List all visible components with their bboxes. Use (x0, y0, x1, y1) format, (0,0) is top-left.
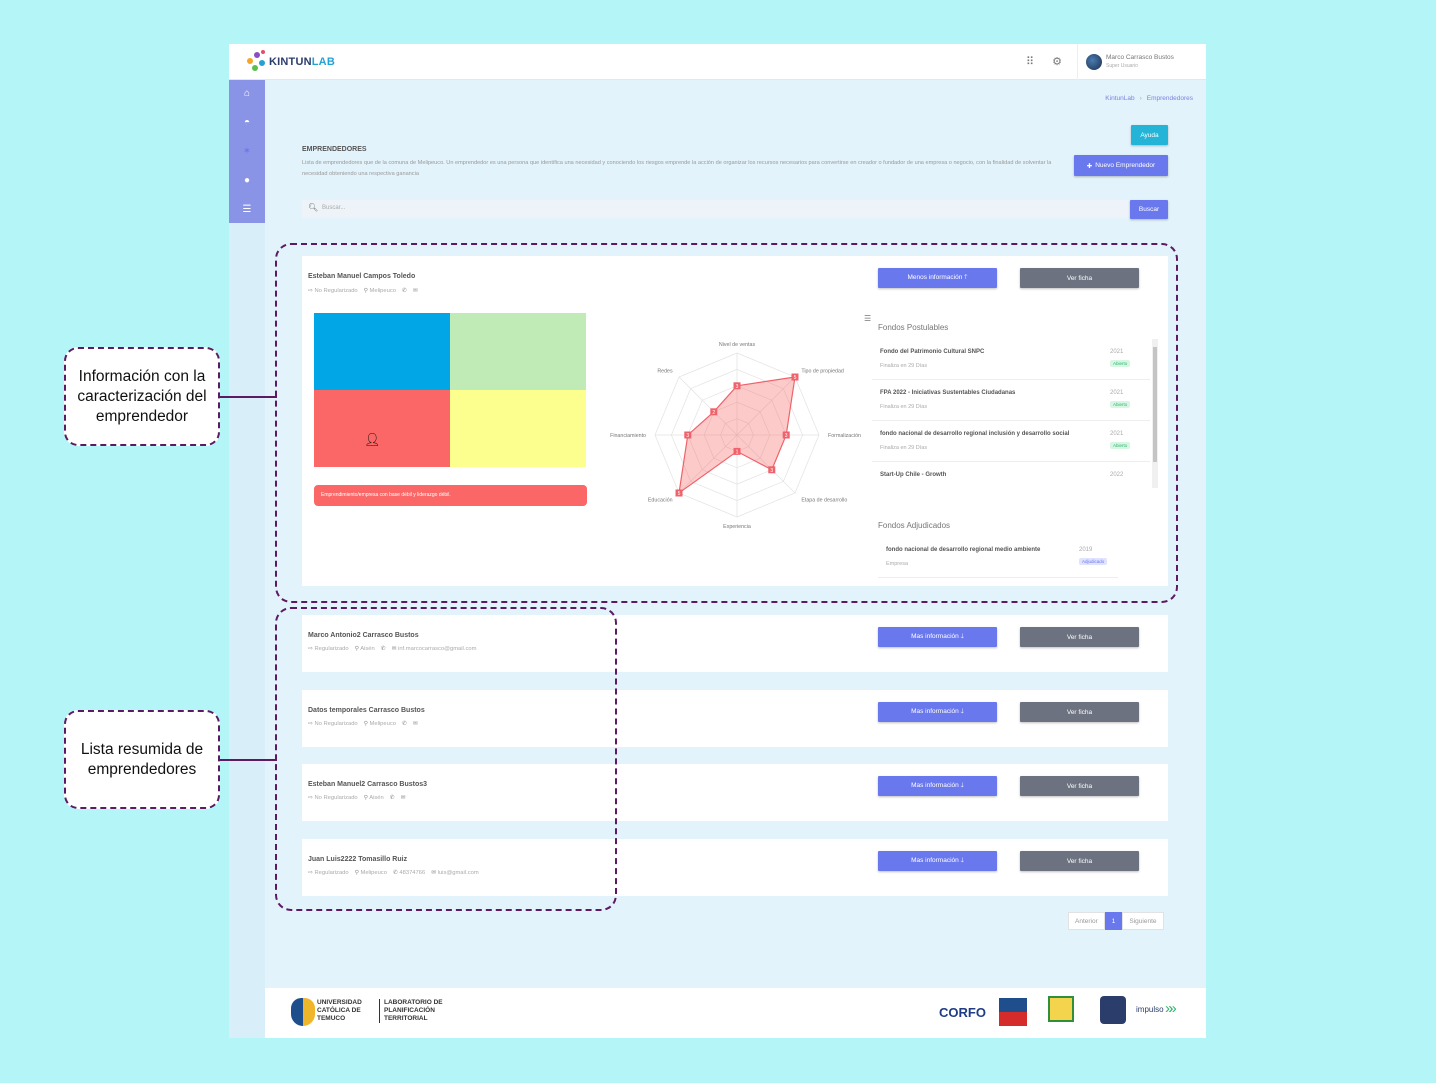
add-user-icon: ✚ (1086, 162, 1093, 170)
corfo-logo: CORFO (939, 1005, 986, 1020)
help-button[interactable]: Ayuda (1131, 125, 1168, 145)
arrows-icon: »» (1165, 1000, 1176, 1017)
network-icon[interactable]: ✶ (240, 145, 254, 159)
logo-mark-icon (247, 50, 267, 74)
municipality-icon (1100, 996, 1126, 1024)
new-entrepreneur-label: Nuevo Emprendedor (1095, 162, 1156, 169)
callout-info-connector (219, 396, 277, 398)
top-bar: KINTUNLAB ⠿ ⚙ Marco Carrasco Bustos Supe… (229, 44, 1206, 80)
annotation-box-details (275, 243, 1178, 603)
search-placeholder: Buscar... (322, 205, 346, 211)
dashboard-icon[interactable]: ◓ (240, 116, 254, 130)
pagination: Anterior 1 Siguiente (1068, 912, 1164, 930)
chile-government-icon (999, 998, 1027, 1026)
callout-list-text: Lista resumida de emprendedores (80, 740, 204, 778)
breadcrumb-current: Emprendedores (1146, 95, 1193, 102)
apps-grid-icon[interactable]: ⠿ (1024, 56, 1036, 68)
user-name: Marco Carrasco Bustos (1106, 54, 1174, 61)
regional-government-icon (1048, 996, 1074, 1022)
map-pin-icon[interactable]: ● (240, 174, 254, 188)
more-info-button[interactable]: Mas información 🡓 (878, 776, 997, 796)
annotation-box-list (275, 607, 617, 911)
pagination-next[interactable]: Siguiente (1122, 912, 1164, 930)
search-icon: 🔍︎ (308, 203, 319, 212)
callout-list-connector (219, 759, 277, 761)
pagination-page[interactable]: 1 (1104, 912, 1123, 930)
breadcrumb-separator: › (1139, 95, 1142, 102)
list-icon[interactable]: ☰ (240, 203, 254, 217)
sidebar: ⌂ ◓ ✶ ● ☰ (229, 80, 265, 1038)
more-info-button[interactable]: Mas información 🡓 (878, 627, 997, 647)
new-entrepreneur-button[interactable]: ✚ Nuevo Emprendedor (1074, 155, 1168, 176)
home-icon[interactable]: ⌂ (240, 87, 254, 101)
breadcrumb-root[interactable]: KintunLab (1105, 95, 1134, 102)
user-menu[interactable]: Marco Carrasco Bustos Super Usuario (1077, 44, 1206, 80)
page-description: Lista de emprendedores que de la comuna … (302, 160, 1052, 177)
logo-text: KINTUNLAB (269, 56, 335, 68)
impulso-logo: impulso (1136, 1005, 1164, 1014)
gear-icon[interactable]: ⚙ (1051, 56, 1063, 68)
footer: UNIVERSIDAD CATÓLICA DE TEMUCO LABORATOR… (265, 988, 1206, 1038)
avatar (1086, 54, 1102, 70)
more-info-button[interactable]: Mas información 🡓 (878, 702, 997, 722)
uct-seal-icon (291, 998, 315, 1026)
more-info-button[interactable]: Mas información 🡓 (878, 851, 997, 871)
search-button[interactable]: Buscar (1130, 200, 1168, 219)
user-role: Super Usuario (1106, 63, 1138, 69)
pagination-prev[interactable]: Anterior (1068, 912, 1105, 930)
callout-info-text: Información con la caracterización del e… (77, 367, 207, 425)
page-title: EMPRENDEDORES (302, 146, 367, 153)
view-profile-button[interactable]: Ver ficha (1020, 627, 1139, 647)
breadcrumb: KintunLab › Emprendedores (1105, 95, 1193, 102)
uct-name: UNIVERSIDAD CATÓLICA DE TEMUCO (317, 999, 362, 1022)
callout-info: Información con la caracterización del e… (64, 347, 220, 446)
sidebar-menu: ⌂ ◓ ✶ ● ☰ (229, 80, 265, 223)
callout-list: Lista resumida de emprendedores (64, 710, 220, 809)
view-profile-button[interactable]: Ver ficha (1020, 776, 1139, 796)
view-profile-button[interactable]: Ver ficha (1020, 702, 1139, 722)
view-profile-button[interactable]: Ver ficha (1020, 851, 1139, 871)
kintunlab-logo[interactable]: KINTUNLAB (247, 49, 335, 75)
lab-name: LABORATORIO DE PLANIFICACIÓN TERRITORIAL (379, 999, 443, 1023)
search-input[interactable]: 🔍︎ Buscar... (302, 200, 1129, 218)
